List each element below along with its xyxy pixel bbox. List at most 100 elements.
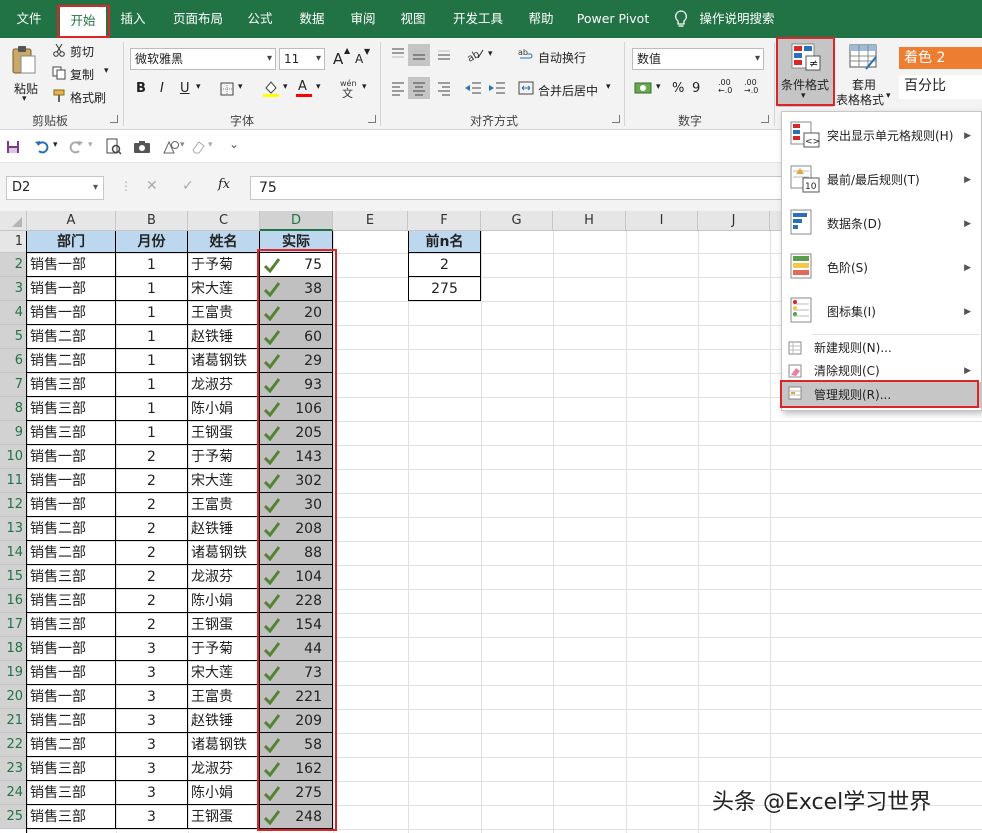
month-cell[interactable]: 3 bbox=[116, 781, 188, 805]
eraser-dropdown-icon[interactable]: ▾ bbox=[208, 140, 213, 150]
department-cell[interactable]: 销售二部 bbox=[27, 541, 116, 565]
actual-value-cell[interactable]: 73 bbox=[260, 661, 333, 685]
font-family-combo[interactable]: 微软雅黑 ▾ bbox=[130, 48, 276, 70]
row-header-11[interactable]: 11 bbox=[0, 469, 27, 493]
department-cell[interactable]: 销售三部 bbox=[27, 613, 116, 637]
cancel-icon[interactable]: ✕ bbox=[146, 178, 158, 194]
copy-dropdown-icon[interactable]: ▾ bbox=[104, 66, 109, 76]
select-all-corner[interactable] bbox=[0, 211, 27, 231]
column-header-g[interactable]: G bbox=[481, 211, 553, 231]
actual-value-cell[interactable]: 93 bbox=[260, 373, 333, 397]
actual-value-cell[interactable]: 104 bbox=[260, 565, 333, 589]
row-header-3[interactable]: 3 bbox=[0, 277, 27, 301]
month-cell[interactable]: 3 bbox=[116, 709, 188, 733]
column-header-a[interactable]: A bbox=[27, 211, 116, 231]
bold-button[interactable]: B bbox=[136, 81, 146, 96]
tell-me-search[interactable]: 操作说明搜索 bbox=[698, 0, 776, 38]
decrease-decimal-button[interactable]: .00 →.0 bbox=[744, 79, 766, 95]
actual-value-cell[interactable]: 154 bbox=[260, 613, 333, 637]
department-cell[interactable]: 销售一部 bbox=[27, 253, 116, 277]
name-cell[interactable]: 赵铁锤 bbox=[188, 709, 260, 733]
header-month[interactable]: 月份 bbox=[116, 231, 188, 253]
row-header-25[interactable]: 25 bbox=[0, 805, 27, 829]
table-format-label-2[interactable]: 表格格式 bbox=[836, 91, 884, 108]
customize-qat-icon[interactable]: ⌄ bbox=[229, 137, 239, 151]
month-cell[interactable]: 3 bbox=[116, 637, 188, 661]
number-launcher-icon[interactable] bbox=[761, 115, 769, 123]
department-cell[interactable]: 销售三部 bbox=[27, 373, 116, 397]
month-cell[interactable]: 1 bbox=[116, 301, 188, 325]
phonetic-guide-icon[interactable]: wén 文 bbox=[338, 78, 360, 101]
menu-item-color-scales[interactable]: 色阶(S) ▶ bbox=[782, 247, 981, 289]
row-header-23[interactable]: 23 bbox=[0, 757, 27, 781]
month-cell[interactable]: 1 bbox=[116, 325, 188, 349]
row-header-13[interactable]: 13 bbox=[0, 517, 27, 541]
row-header-12[interactable]: 12 bbox=[0, 493, 27, 517]
grow-font-button[interactable]: A bbox=[333, 50, 343, 68]
row-header-4[interactable]: 4 bbox=[0, 301, 27, 325]
name-cell[interactable]: 宋大莲 bbox=[188, 469, 260, 493]
row-header-19[interactable]: 19 bbox=[0, 661, 27, 685]
format-painter-button[interactable]: 格式刷 bbox=[70, 89, 106, 106]
department-cell[interactable]: 销售三部 bbox=[27, 781, 116, 805]
shapes-icon[interactable] bbox=[162, 139, 180, 158]
redo-icon[interactable] bbox=[68, 138, 84, 157]
month-cell[interactable]: 2 bbox=[116, 517, 188, 541]
name-cell[interactable]: 王富贵 bbox=[188, 301, 260, 325]
row-header-22[interactable]: 22 bbox=[0, 733, 27, 757]
fill-color-icon[interactable] bbox=[262, 79, 280, 100]
actual-value-cell[interactable]: 20 bbox=[260, 301, 333, 325]
department-cell[interactable]: 销售二部 bbox=[27, 325, 116, 349]
header-actual[interactable]: 实际 bbox=[260, 231, 333, 253]
column-header-c[interactable]: C bbox=[188, 211, 260, 231]
row-header-7[interactable]: 7 bbox=[0, 373, 27, 397]
orientation-icon[interactable]: ab bbox=[465, 46, 486, 65]
month-cell[interactable]: 3 bbox=[116, 805, 188, 829]
merge-dropdown-icon[interactable]: ▾ bbox=[606, 82, 611, 92]
actual-value-cell[interactable]: 208 bbox=[260, 517, 333, 541]
top-n-result-cell[interactable]: 275 bbox=[408, 277, 481, 301]
month-cell[interactable]: 3 bbox=[116, 733, 188, 757]
month-cell[interactable]: 2 bbox=[116, 469, 188, 493]
accounting-dropdown-icon[interactable]: ▾ bbox=[656, 82, 661, 92]
tab-data[interactable]: 数据 bbox=[292, 0, 332, 38]
underline-dropdown-icon[interactable]: ▾ bbox=[196, 82, 201, 92]
wrap-text-button[interactable]: 自动换行 bbox=[538, 49, 586, 66]
department-cell[interactable]: 销售三部 bbox=[27, 589, 116, 613]
row-header-17[interactable]: 17 bbox=[0, 613, 27, 637]
department-cell[interactable]: 销售三部 bbox=[27, 397, 116, 421]
actual-value-cell[interactable]: 275 bbox=[260, 781, 333, 805]
eraser-icon[interactable] bbox=[190, 139, 206, 158]
font-color-button[interactable]: A bbox=[298, 79, 307, 94]
department-cell[interactable]: 销售三部 bbox=[27, 757, 116, 781]
month-cell[interactable]: 2 bbox=[116, 613, 188, 637]
column-header-i[interactable]: I bbox=[626, 211, 698, 231]
row-header-20[interactable]: 20 bbox=[0, 685, 27, 709]
department-cell[interactable]: 销售一部 bbox=[27, 469, 116, 493]
menu-item-clear-rules[interactable]: 清除规则(C) ▶ bbox=[782, 360, 981, 382]
actual-value-cell[interactable]: 44 bbox=[260, 637, 333, 661]
name-box[interactable]: D2 ▾ bbox=[6, 176, 104, 200]
row-header-10[interactable]: 10 bbox=[0, 445, 27, 469]
month-cell[interactable]: 1 bbox=[116, 373, 188, 397]
name-cell[interactable]: 于予菊 bbox=[188, 445, 260, 469]
underline-button[interactable]: U bbox=[180, 81, 190, 96]
month-cell[interactable]: 3 bbox=[116, 757, 188, 781]
borders-icon[interactable] bbox=[220, 82, 234, 99]
name-cell[interactable]: 龙淑芬 bbox=[188, 565, 260, 589]
increase-decimal-button[interactable]: .00 ←.0 bbox=[718, 79, 740, 95]
increase-indent-icon[interactable] bbox=[488, 80, 506, 99]
save-icon[interactable] bbox=[6, 140, 20, 157]
header-name[interactable]: 姓名 bbox=[188, 231, 260, 253]
row-header-16[interactable]: 16 bbox=[0, 589, 27, 613]
percent-style-button[interactable]: % bbox=[672, 81, 684, 96]
month-cell[interactable]: 1 bbox=[116, 349, 188, 373]
name-cell[interactable]: 龙淑芬 bbox=[188, 757, 260, 781]
actual-value-cell[interactable]: 30 bbox=[260, 493, 333, 517]
name-cell[interactable]: 王钢蛋 bbox=[188, 421, 260, 445]
tab-help[interactable]: 帮助 bbox=[521, 0, 561, 38]
actual-value-cell[interactable]: 38 bbox=[260, 277, 333, 301]
decrease-indent-icon[interactable] bbox=[464, 80, 482, 99]
redo-dropdown-icon[interactable]: ▾ bbox=[88, 140, 93, 150]
font-size-combo[interactable]: 11 ▾ bbox=[279, 48, 325, 70]
